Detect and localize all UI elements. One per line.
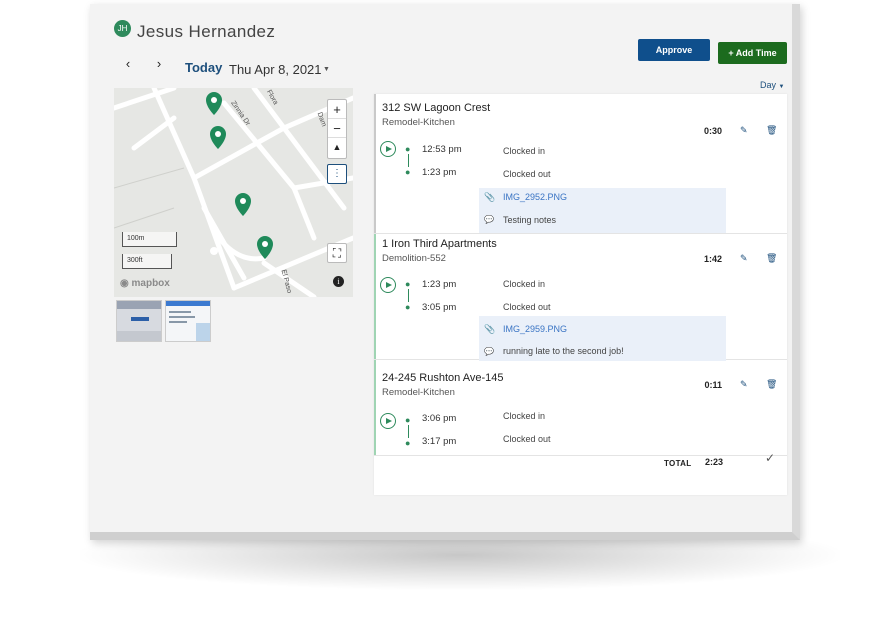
entry-status-bar bbox=[374, 360, 376, 455]
entry-duration: 0:30 bbox=[703, 126, 722, 136]
timeline-line bbox=[408, 425, 409, 438]
caret-down-icon[interactable]: ▼ bbox=[323, 66, 330, 73]
map-pin-icon: ● bbox=[405, 438, 411, 448]
zoom-in-button[interactable]: + bbox=[328, 100, 346, 119]
trash-icon[interactable]: 🗑 bbox=[766, 379, 777, 390]
time-out: 3:05 pm bbox=[422, 302, 457, 313]
avatar: JH bbox=[114, 20, 131, 37]
entry-duration: 0:11 bbox=[704, 380, 722, 390]
user-name: Jesus Hernandez bbox=[137, 22, 276, 41]
entry-status-bar bbox=[374, 234, 376, 359]
total-value: 2:23 bbox=[705, 457, 724, 467]
status-out: Clocked out bbox=[503, 169, 551, 179]
entry-subtitle: Remodel-Kitchen bbox=[382, 387, 455, 398]
photo-thumbnail[interactable] bbox=[165, 300, 211, 342]
map-pin-icon: ● bbox=[405, 302, 411, 312]
status-in: Clocked in bbox=[503, 411, 546, 421]
time-entry[interactable]: 1 Iron Third Apartments Demolition-552 1… bbox=[374, 234, 787, 361]
trash-icon[interactable]: 🗑 bbox=[766, 125, 777, 136]
trash-icon[interactable]: 🗑 bbox=[766, 253, 777, 264]
total-label: TOTAL bbox=[664, 459, 692, 468]
comment-icon: 💬 bbox=[484, 347, 494, 356]
paperclip-icon: 📎 bbox=[484, 192, 496, 202]
scale-imperial: 300ft bbox=[122, 254, 172, 269]
edit-icon[interactable]: ✎ bbox=[740, 379, 748, 390]
comment-icon: 💬 bbox=[484, 215, 494, 224]
today-button[interactable]: Today bbox=[185, 60, 222, 75]
time-entry[interactable]: 24-245 Rushton Ave-145 Remodel-Kitchen 0… bbox=[374, 360, 787, 456]
app-screen: JH Jesus Hernandez ‹ › Today Thu Apr 8, … bbox=[0, 0, 884, 619]
timeline-line bbox=[408, 154, 409, 167]
map-zoom-controls: + − ▲ bbox=[327, 99, 347, 159]
time-in: 3:06 pm bbox=[422, 413, 457, 424]
map-pin-icon: ● bbox=[405, 144, 411, 154]
check-icon[interactable]: ✓ bbox=[765, 451, 775, 465]
info-icon[interactable]: i bbox=[333, 276, 344, 287]
time-entry[interactable]: 312 SW Lagoon Crest Remodel-Kitchen 0:30… bbox=[374, 94, 787, 234]
entry-title: 24-245 Rushton Ave-145 bbox=[382, 372, 504, 384]
edit-icon[interactable]: ✎ bbox=[740, 253, 748, 264]
thumbnail-image bbox=[166, 301, 210, 341]
date-label[interactable]: Thu Apr 8, 2021 bbox=[229, 62, 322, 77]
time-out: 3:17 pm bbox=[422, 436, 457, 447]
thumbnail-image bbox=[117, 301, 161, 341]
zoom-out-button[interactable]: − bbox=[328, 119, 346, 138]
note-text: Testing notes bbox=[503, 215, 557, 225]
status-in: Clocked in bbox=[503, 146, 546, 156]
play-icon[interactable] bbox=[380, 413, 396, 429]
entry-subtitle: Remodel-Kitchen bbox=[382, 117, 455, 128]
expand-icon[interactable]: ⛶ bbox=[327, 243, 347, 263]
note-text: running late to the second job! bbox=[503, 346, 624, 356]
status-out: Clocked out bbox=[503, 302, 551, 312]
attachment-link[interactable]: IMG_2959.PNG bbox=[503, 324, 567, 334]
caret-down-icon: ▼ bbox=[778, 84, 785, 90]
status-in: Clocked in bbox=[503, 279, 546, 289]
status-out: Clocked out bbox=[503, 434, 551, 444]
time-in: 12:53 pm bbox=[422, 144, 462, 155]
attachment-link[interactable]: IMG_2952.PNG bbox=[503, 192, 567, 202]
entry-title: 312 SW Lagoon Crest bbox=[382, 102, 491, 114]
paperclip-icon: 📎 bbox=[484, 324, 496, 334]
play-icon[interactable] bbox=[380, 141, 396, 157]
entry-duration: 1:42 bbox=[703, 254, 722, 264]
compass-icon[interactable]: ▲ bbox=[328, 138, 346, 157]
scale-metric: 100m bbox=[122, 232, 177, 247]
map-pin-icon: ● bbox=[405, 279, 411, 289]
map-pin-icon: ● bbox=[405, 415, 411, 425]
view-select[interactable]: Day ▼ bbox=[760, 80, 784, 90]
timeline-line bbox=[408, 289, 409, 302]
time-in: 1:23 pm bbox=[422, 279, 457, 290]
entry-subtitle: Demolition-552 bbox=[382, 253, 446, 264]
play-icon[interactable] bbox=[380, 277, 396, 293]
chevron-left-icon[interactable]: ‹ bbox=[121, 57, 135, 71]
approve-button[interactable]: Approve bbox=[638, 39, 710, 61]
map-pin-icon: ● bbox=[405, 167, 411, 177]
entry-status-bar bbox=[374, 94, 376, 233]
chevron-right-icon[interactable]: › bbox=[152, 57, 166, 71]
time-out: 1:23 pm bbox=[422, 167, 457, 178]
add-time-button[interactable]: + Add Time bbox=[718, 42, 787, 64]
mapbox-logo: ◉ mapbox bbox=[120, 278, 170, 289]
map-more-button[interactable]: ⋮ bbox=[327, 164, 347, 184]
entry-title: 1 Iron Third Apartments bbox=[382, 238, 497, 250]
mapbox-logo-text: mapbox bbox=[131, 278, 170, 289]
photo-thumbnail[interactable] bbox=[116, 300, 162, 342]
view-select-label: Day bbox=[760, 80, 777, 90]
edit-icon[interactable]: ✎ bbox=[740, 125, 748, 136]
